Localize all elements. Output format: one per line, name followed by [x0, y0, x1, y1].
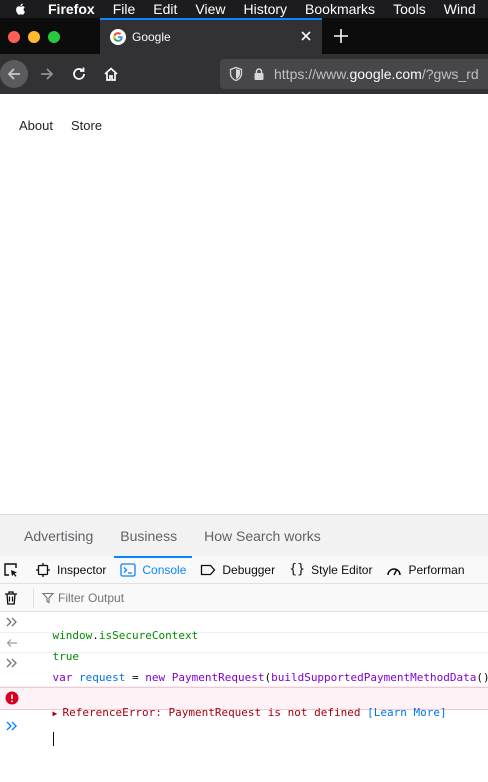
url-suffix: /?gws_rd [421, 66, 479, 82]
reload-button[interactable] [69, 64, 89, 84]
menu-tools[interactable]: Tools [393, 1, 426, 17]
menu-edit[interactable]: Edit [153, 1, 177, 17]
filter-output-input[interactable]: Filter Output [58, 591, 124, 605]
console-prompt-row[interactable] [0, 710, 488, 746]
window-zoom-button[interactable] [48, 31, 60, 43]
filter-funnel-icon [42, 592, 54, 604]
tracking-protection-shield-icon[interactable] [228, 66, 244, 82]
console-result-row: true [0, 633, 488, 663]
menu-bookmarks[interactable]: Bookmarks [305, 1, 375, 17]
top-links: About Store [19, 118, 120, 133]
page-footer: Advertising Business How Search works [0, 514, 488, 556]
console-icon [120, 562, 137, 578]
tab-inspector[interactable]: Inspector [35, 556, 107, 583]
inspector-icon [35, 562, 51, 578]
window-close-button[interactable] [8, 31, 20, 43]
business-link[interactable]: Business [120, 528, 177, 544]
how-search-works-link[interactable]: How Search works [204, 528, 321, 544]
home-icon [104, 67, 118, 81]
console-input-row: window.isSecureContext [0, 612, 488, 642]
home-button[interactable] [101, 64, 121, 84]
about-link[interactable]: About [19, 118, 53, 133]
navigation-toolbar: https://www. google.com/?gws_rd [0, 54, 488, 94]
console-input-row: var request = new PaymentRequest(buildSu… [0, 653, 488, 698]
tab-strip: Google [0, 18, 488, 54]
console-error-row: ▶ ReferenceError: PaymentRequest is not d… [0, 687, 488, 719]
reload-icon [73, 67, 85, 80]
tab-console[interactable]: Console [114, 556, 193, 583]
result-arrow-icon [5, 636, 19, 650]
code-keyword-new: new [145, 671, 166, 684]
performance-icon [386, 562, 402, 578]
code-operator: = [131, 671, 139, 684]
element-picker-icon[interactable] [3, 562, 19, 578]
lock-icon[interactable] [252, 67, 266, 81]
debugger-icon [200, 562, 216, 578]
menu-window[interactable]: Wind [444, 1, 476, 17]
back-arrow-icon [7, 68, 20, 80]
code-function-1: buildSupportedPaymentMethodData [271, 671, 477, 684]
clear-console-trash-icon[interactable] [3, 590, 19, 606]
tab-google[interactable]: Google [100, 18, 322, 54]
google-homepage: About Store [0, 94, 488, 514]
tab-performance[interactable]: Performan [386, 556, 465, 583]
tab-console-label: Console [142, 562, 187, 577]
url-prefix: https://www. [274, 66, 350, 82]
tab-performance-label: Performan [408, 562, 465, 577]
tab-inspector-label: Inspector [57, 562, 107, 577]
forward-button[interactable] [37, 64, 57, 84]
tab-style-editor[interactable]: {} Style Editor [289, 556, 373, 583]
forward-arrow-icon [41, 68, 54, 80]
tab-title: Google [132, 30, 171, 44]
console-output: window.isSecureContext true var request … [0, 612, 488, 782]
text-cursor [52, 732, 54, 746]
devtools-toolbar: Inspector Console Debugger {} Style Edit… [0, 556, 488, 584]
macos-menu-bar: Firefox File Edit View History Bookmarks… [0, 0, 488, 18]
url-bar[interactable]: https://www. google.com/?gws_rd [220, 59, 488, 89]
code-tail-1: (), [476, 671, 488, 684]
new-tab-icon[interactable] [332, 27, 350, 45]
menu-file[interactable]: File [113, 1, 136, 17]
style-editor-icon: {} [289, 562, 305, 577]
url-host: google.com [349, 66, 422, 82]
app-menu-firefox[interactable]: Firefox [48, 1, 95, 17]
back-button[interactable] [0, 60, 28, 88]
prompt-chevron-icon [5, 719, 19, 733]
tab-debugger-label: Debugger [222, 562, 276, 577]
code-variable: request [79, 671, 126, 684]
close-tab-icon[interactable] [299, 29, 313, 43]
google-favicon-icon [110, 29, 126, 45]
code-constructor: PaymentRequest [171, 671, 265, 684]
input-prompt-chevron-icon [5, 656, 19, 670]
advertising-link[interactable]: Advertising [24, 528, 93, 544]
toolbar-separator [33, 587, 34, 608]
store-link[interactable]: Store [71, 118, 102, 133]
menu-view[interactable]: View [195, 1, 225, 17]
window-minimize-button[interactable] [28, 31, 40, 43]
menu-history[interactable]: History [243, 1, 287, 17]
console-filter-bar: Filter Output [0, 584, 488, 612]
tab-style-editor-label: Style Editor [311, 562, 373, 577]
input-prompt-chevron-icon [5, 615, 19, 629]
apple-logo-icon[interactable] [14, 2, 28, 16]
code-keyword-var: var [52, 671, 73, 684]
error-icon [5, 691, 19, 705]
tab-debugger[interactable]: Debugger [200, 556, 276, 583]
